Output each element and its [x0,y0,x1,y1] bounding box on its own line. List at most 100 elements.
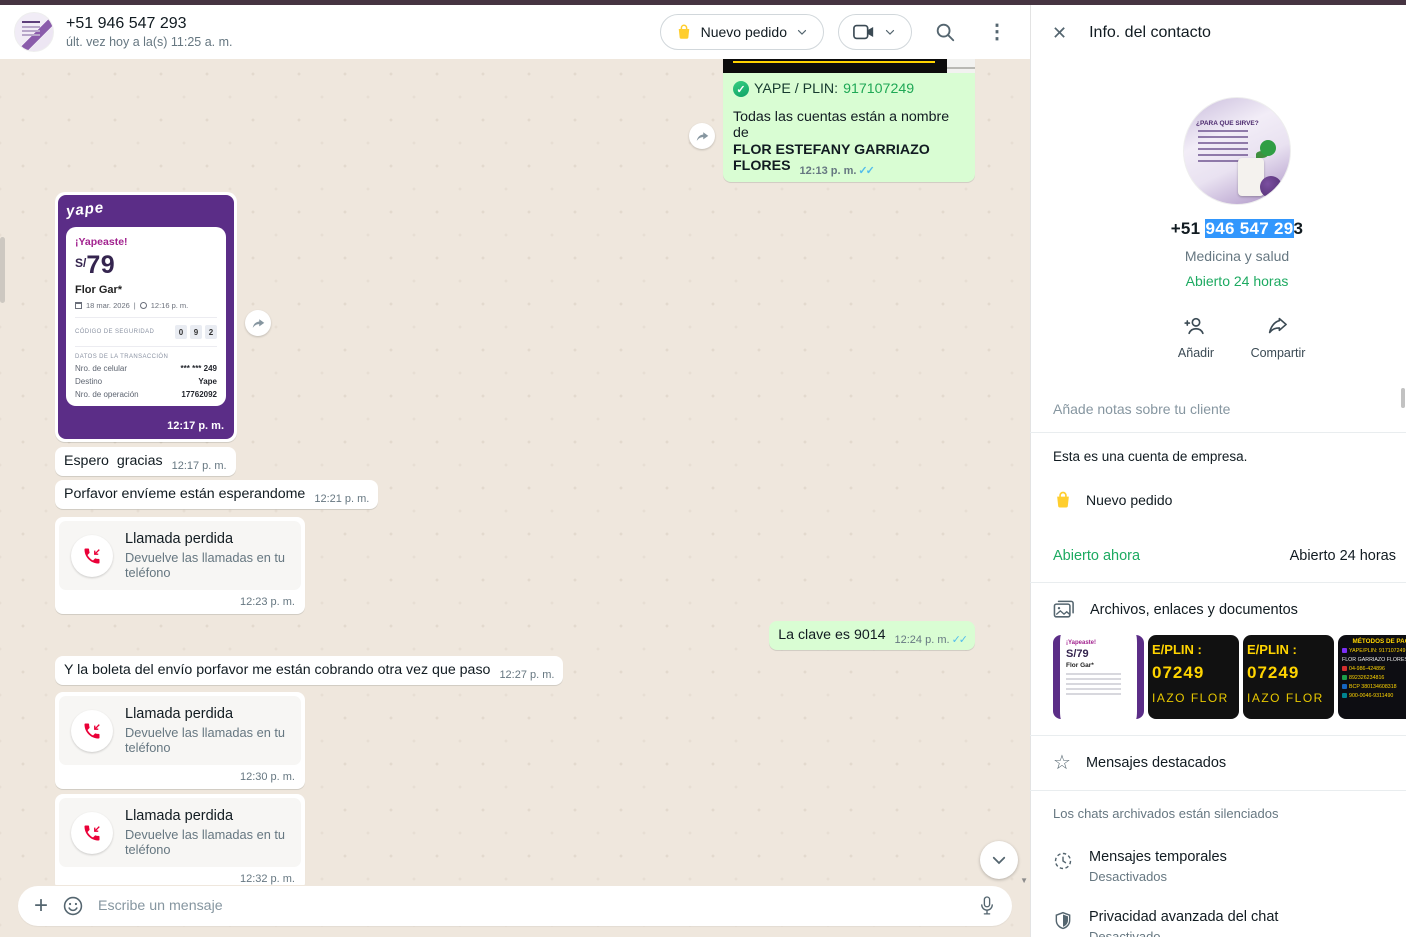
missed-call-message[interactable]: Llamada perdida Devuelve las llamadas en… [55,794,305,885]
message-input[interactable] [98,898,964,914]
missed-call-title: Llamada perdida [125,531,289,547]
panel-header: ✕ Info. del contacto [1030,5,1406,61]
open-now-label: Abierto ahora [1053,548,1140,564]
media-thumbnail-plin-flyer[interactable]: E/PLIN : 07249 IAZO FLOR [1148,635,1239,719]
security-code-digits: 0 9 2 [175,325,217,339]
message-time: 12:21 p. m. [314,493,369,505]
attach-plus-icon[interactable]: + [34,894,48,918]
whatsapp-window: +51 946 547 293 últ. vez hoy a la(s) 11:… [0,0,1406,937]
avatar-flyer-title: ¿PARA QUE SIRVE? [1196,120,1259,127]
client-notes-input[interactable]: Añade notas sobre tu cliente [1030,386,1406,433]
text-message[interactable]: La clave es 901412:24 p. m.✓✓ [769,621,975,650]
read-ticks-icon: ✓✓ [858,165,872,177]
text-message[interactable]: Y la boleta del envío porfavor me están … [55,656,563,685]
starred-messages-row[interactable]: ☆ Mensajes destacados [1030,736,1406,791]
message-time: 12:23 p. m. [59,590,301,612]
calendar-icon [75,302,82,309]
chevron-down-icon [883,25,897,39]
person-add-icon [1184,315,1208,337]
advanced-privacy-status: Desactivado [1089,929,1278,937]
business-account-note: Esta es una cuenta de empresa. [1030,433,1406,470]
message-row: Porfavor envíeme están esperandome12:21 … [55,480,975,509]
flyer-owner-name: FLOR GARRIAZO FLORES [733,59,935,63]
message-time: 12:30 p. m. [59,765,301,787]
yape-datetime: 18 mar. 2026 | 12:16 p. m. [75,301,217,310]
yape-receipt-message[interactable]: yape ¡Yapeaste! S/79 Flor Gar* 18 mar. 2… [55,192,237,442]
yape-receipt-card: yape ¡Yapeaste! S/79 Flor Gar* 18 mar. 2… [58,195,234,439]
missed-call-message[interactable]: Llamada perdida Devuelve las llamadas en… [55,517,305,614]
emoji-icon[interactable] [62,895,84,917]
forward-message-icon[interactable] [245,310,271,336]
left-scrollbar-thumb[interactable] [0,237,5,303]
missed-call-icon [71,535,113,577]
media-thumbnails: ¡Yapeaste! S/79 Flor Gar* E/PLIN : 07249… [1030,633,1406,736]
disappearing-messages-label: Mensajes temporales [1089,849,1227,865]
order-bag-icon [1053,490,1073,510]
panel-new-order-label: Nuevo pedido [1086,492,1172,508]
panel-scrollbar-thumb[interactable] [1401,388,1405,408]
share-icon [1266,315,1290,337]
yape-amount: S/79 [75,251,217,280]
search-icon[interactable] [926,13,964,51]
archived-chats-note: Los chats archivados están silenciados [1030,791,1406,836]
chevron-down-icon [795,25,809,39]
text-message[interactable]: Espero gracias12:17 p. m. [55,447,236,476]
message-row: yape ¡Yapeaste! S/79 Flor Gar* 18 mar. 2… [55,192,975,442]
scroll-to-bottom-button[interactable] [980,841,1018,879]
new-order-button[interactable]: Nuevo pedido [660,14,824,50]
missed-call-subtitle: Devuelve las llamadas en tu teléfono [125,827,289,857]
contact-info-panel: ✕ Info. del contacto ¿PARA QUE SIRVE? +5… [1030,5,1406,937]
add-contact-button[interactable]: Añadir [1164,315,1228,360]
microphone-icon[interactable] [978,895,996,917]
disappearing-messages-row[interactable]: Mensajes temporales Desactivados [1030,836,1406,896]
star-icon: ☆ [1053,753,1071,773]
yape-plin-number[interactable]: 917107249 [843,81,914,97]
message-row: Y la boleta del envío porfavor me están … [55,656,975,685]
avatar-flyer-lines [1198,130,1248,132]
contact-avatar[interactable] [14,12,54,52]
yape-plin-label: YAPE / PLIN: [754,81,838,97]
missed-call-title: Llamada perdida [125,706,289,722]
chat-column: +51 946 547 293 últ. vez hoy a la(s) 11:… [0,5,1030,937]
last-seen-text: últ. vez hoy a la(s) 11:25 a. m. [66,35,648,49]
add-contact-label: Añadir [1178,346,1214,360]
missed-call-message[interactable]: Llamada perdida Devuelve las llamadas en… [55,692,305,789]
advanced-privacy-row[interactable]: Privacidad avanzada del chat Desactivado [1030,896,1406,937]
media-thumbnail-payment-methods[interactable]: MÉTODOS DE PAGO YAPE/PLIN: 917107249 FLO… [1338,635,1406,719]
media-thumbnail-plin-flyer[interactable]: E/PLIN : 07249 IAZO FLOR [1243,635,1334,719]
panel-new-order-button[interactable]: Nuevo pedido [1030,470,1406,530]
check-mark-emoji: ✓ [733,81,749,97]
missed-call-icon [71,710,113,752]
payment-flyer-image[interactable]: 917107249 FLOR GARRIAZO FLORES [723,59,975,73]
contact-phone-number[interactable]: +51 946 547 293 [1030,219,1406,239]
scrollbar-down-arrow[interactable]: ▼ [1020,876,1028,885]
business-hours-row[interactable]: Abierto ahora Abierto 24 horas [1030,530,1406,583]
account-owner-name: FLOR ESTEFANY GARRIAZO FLORES12:13 p. m.… [733,142,965,174]
security-code-label: CÓDIGO DE SEGURIDAD [75,329,154,335]
avatar-badge [1260,140,1276,156]
message-list[interactable]: 917107249 FLOR GARRIAZO FLORES ✓ YAPE / … [0,59,1030,885]
missed-call-icon [71,812,113,854]
text-message[interactable]: Porfavor envíeme están esperandome12:21 … [55,480,378,509]
message-text: Todas las cuentas están a nombre de [733,109,965,141]
read-ticks-icon: ✓✓ [952,634,966,646]
close-icon[interactable]: ✕ [1052,23,1067,44]
transaction-row: Nro. de celular*** *** 249 [75,364,217,373]
message-row: Llamada perdida Devuelve las llamadas en… [55,517,975,614]
flyer-side-list [947,59,975,73]
business-hours-status[interactable]: Abierto 24 horas [1030,273,1406,289]
menu-kebab-icon[interactable]: ⋮ [978,13,1016,51]
contact-profile-photo[interactable]: ¿PARA QUE SIRVE? [1183,97,1291,205]
media-thumbnail-yape-receipt[interactable]: ¡Yapeaste! S/79 Flor Gar* [1053,635,1144,719]
message-time: 12:27 p. m. [499,669,554,681]
order-bag-icon [675,23,693,41]
share-contact-button[interactable]: Compartir [1246,315,1310,360]
forward-message-icon[interactable] [689,123,715,149]
files-links-docs-row[interactable]: Archivos, enlaces y documentos [1030,583,1406,633]
contact-names[interactable]: +51 946 547 293 últ. vez hoy a la(s) 11:… [66,15,648,49]
video-call-button[interactable] [838,14,912,50]
message-time: 12:17 p. m. [172,460,227,472]
payment-info-message[interactable]: 917107249 FLOR GARRIAZO FLORES ✓ YAPE / … [723,59,975,182]
shield-icon [1053,911,1073,931]
missed-call-title: Llamada perdida [125,808,289,824]
